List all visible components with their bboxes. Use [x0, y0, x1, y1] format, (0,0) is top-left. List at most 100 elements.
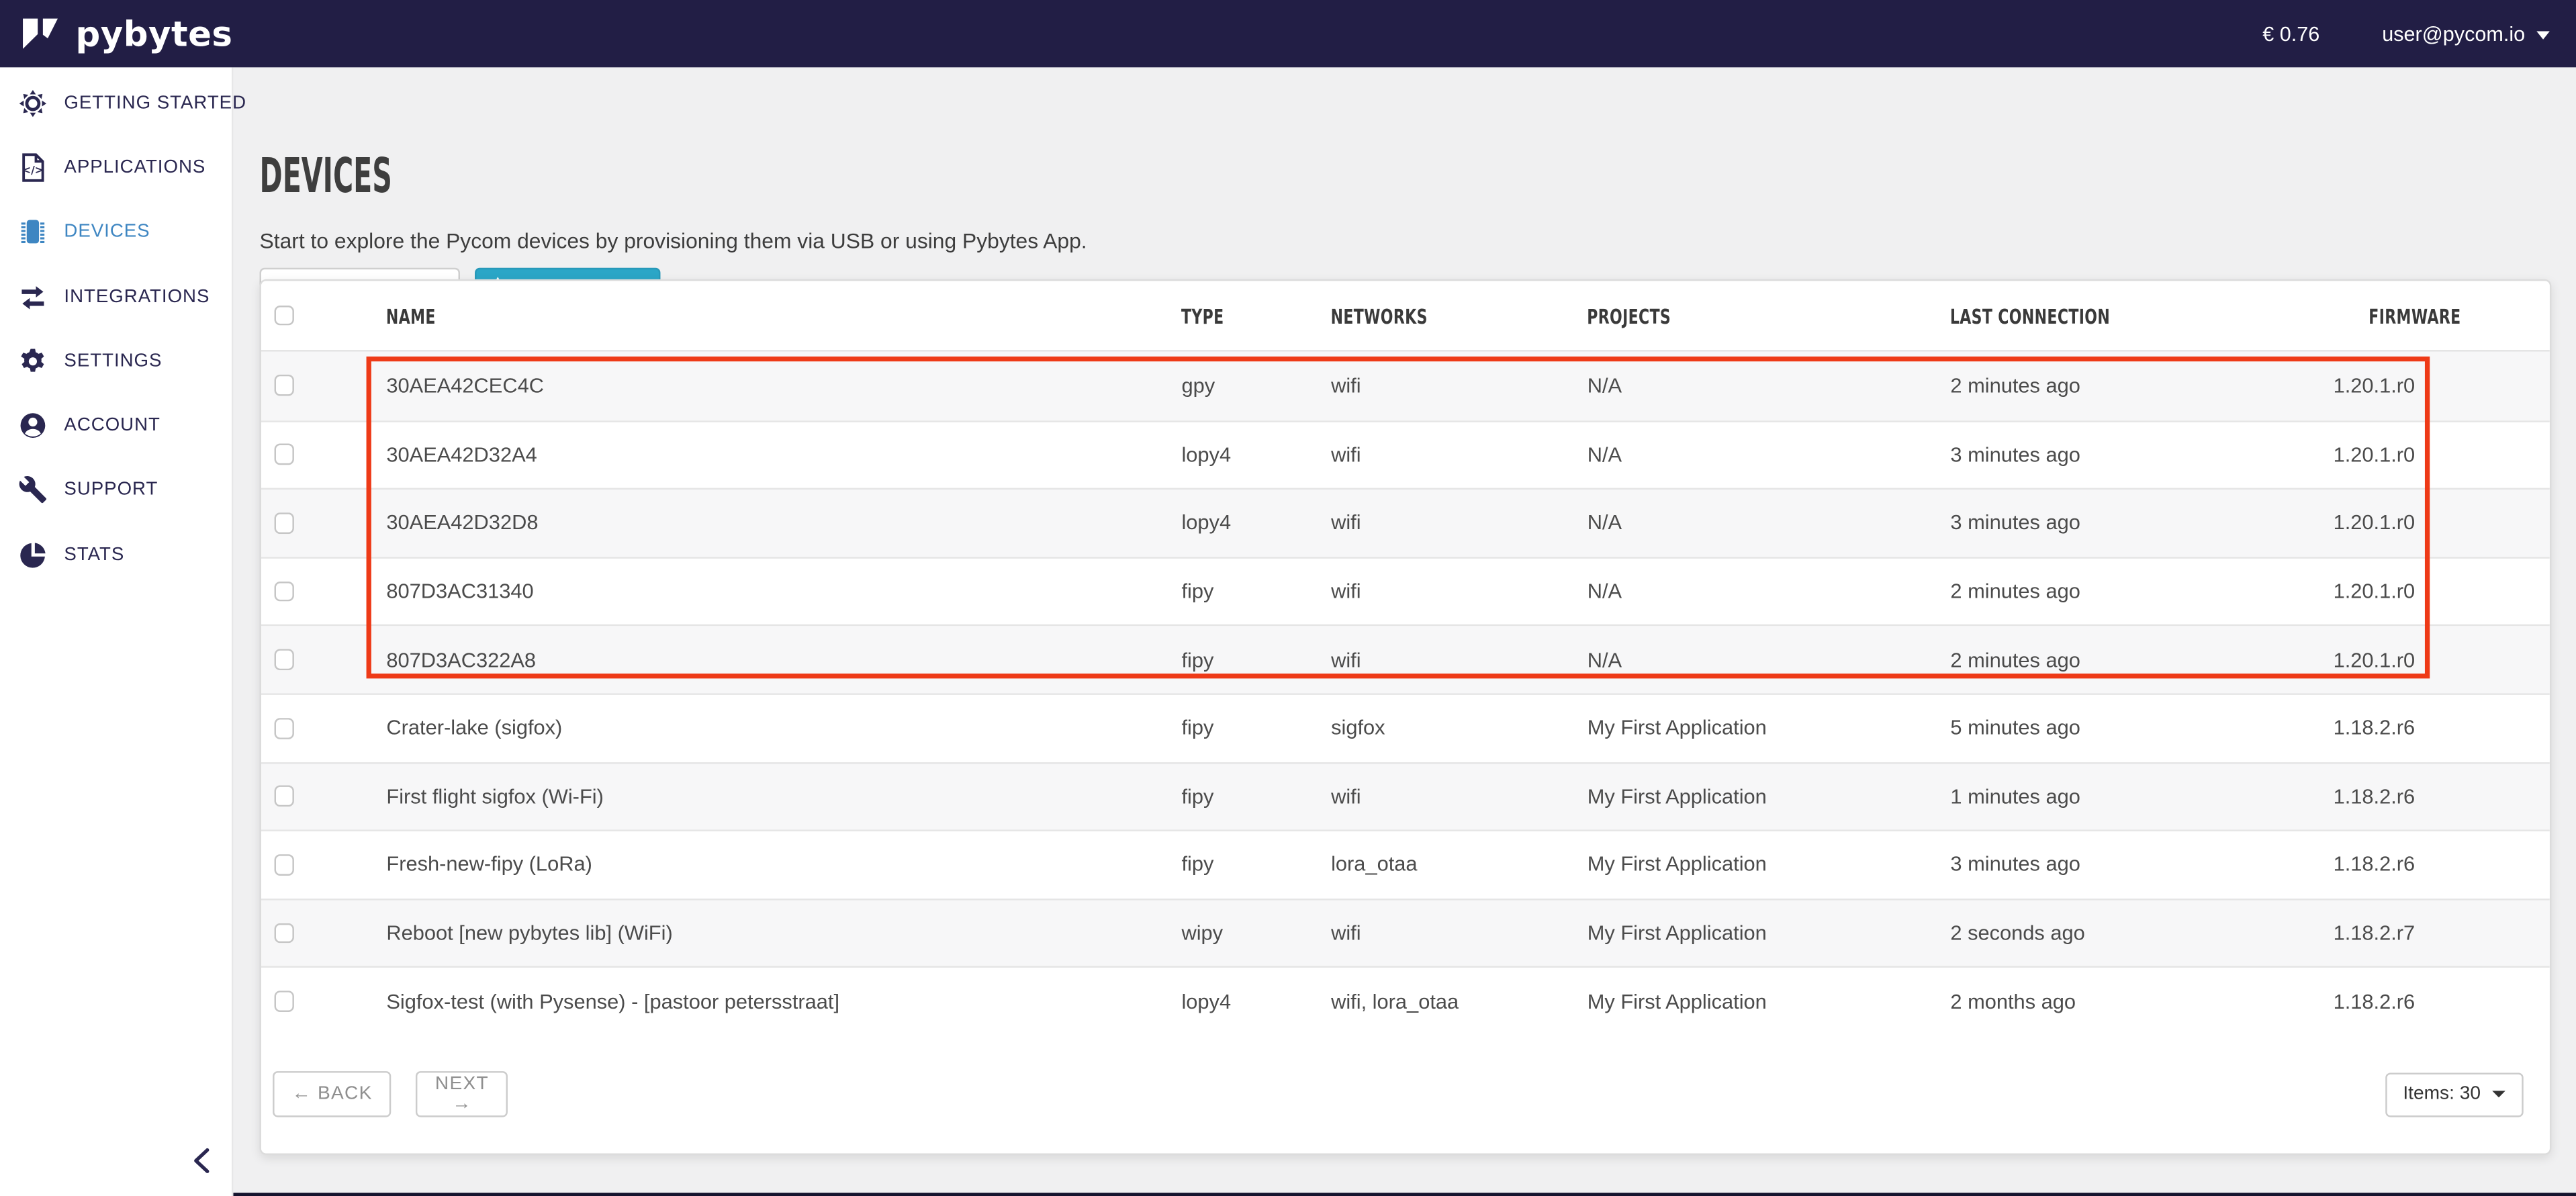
- pybytes-logo[interactable]: pybytes: [0, 14, 232, 54]
- sidebar-item-getting-started[interactable]: GETTING STARTED: [0, 71, 232, 135]
- device-type: fipy: [1181, 785, 1331, 808]
- device-firmware: 1.20.1.r0: [2333, 649, 2549, 672]
- chevron-down-icon: [2536, 30, 2550, 38]
- pybytes-app: pybytes € 0.76 user@pycom.io: [0, 0, 2576, 1196]
- table-row[interactable]: First flight sigfox (Wi-Fi) fipy wifi My…: [261, 762, 2549, 830]
- column-header-last-connection[interactable]: LAST CONNECTION: [1950, 303, 2333, 328]
- device-type: lopy4: [1181, 512, 1331, 535]
- sidebar-item-label: APPLICATIONS: [64, 158, 205, 177]
- device-type: fipy: [1181, 717, 1331, 739]
- device-name: 30AEA42D32A4: [386, 443, 1181, 466]
- table-header-row: NAME TYPE NETWORKS PROJECTS LAST CONNECT…: [261, 281, 2549, 351]
- device-networks: wifi: [1331, 443, 1588, 466]
- sidebar-item-account[interactable]: ACCOUNT: [0, 394, 232, 458]
- row-checkbox[interactable]: [274, 445, 294, 465]
- device-networks: wifi: [1331, 374, 1588, 397]
- device-last-connection: 5 minutes ago: [1950, 717, 2333, 739]
- column-header-firmware[interactable]: FIRMWARE: [2333, 303, 2551, 328]
- wrench-icon: [18, 475, 48, 505]
- table-row[interactable]: Crater-lake (sigfox) fipy sigfox My Firs…: [261, 693, 2549, 762]
- column-header-type[interactable]: TYPE: [1181, 303, 1331, 328]
- sidebar-item-applications[interactable]: </> APPLICATIONS: [0, 135, 232, 199]
- pie-chart-icon: [18, 540, 48, 569]
- column-header-networks[interactable]: NETWORKS: [1331, 303, 1588, 328]
- device-firmware: 1.20.1.r0: [2333, 580, 2549, 603]
- device-projects: My First Application: [1588, 990, 1951, 1013]
- row-checkbox[interactable]: [274, 375, 294, 396]
- column-header-name[interactable]: NAME: [386, 303, 1181, 328]
- device-networks: wifi: [1331, 922, 1588, 945]
- row-checkbox[interactable]: [274, 991, 294, 1012]
- svg-text:</>: </>: [22, 165, 44, 177]
- device-networks: sigfox: [1331, 717, 1588, 739]
- page-title: DEVICES: [260, 150, 488, 202]
- account-balance: € 0.76: [2262, 22, 2319, 45]
- back-button[interactable]: ← BACK: [273, 1072, 392, 1118]
- sidebar-item-settings[interactable]: SETTINGS: [0, 329, 232, 394]
- row-checkbox[interactable]: [274, 854, 294, 875]
- device-type: fipy: [1181, 580, 1331, 603]
- device-firmware: 1.18.2.r6: [2333, 785, 2549, 808]
- device-last-connection: 2 seconds ago: [1950, 922, 2333, 945]
- chevron-left-icon: [190, 1146, 212, 1174]
- swap-arrows-icon: [18, 282, 48, 312]
- device-projects: N/A: [1588, 443, 1951, 466]
- device-last-connection: 3 minutes ago: [1950, 443, 2333, 466]
- sidebar-item-label: DEVICES: [64, 222, 150, 242]
- table-row[interactable]: 807D3AC322A8 fipy wifi N/A 2 minutes ago…: [261, 625, 2549, 694]
- row-checkbox[interactable]: [274, 581, 294, 602]
- sidebar-item-label: INTEGRATIONS: [64, 287, 210, 306]
- sidebar-item-devices[interactable]: DEVICES: [0, 199, 232, 264]
- row-checkbox[interactable]: [274, 923, 294, 944]
- row-checkbox[interactable]: [274, 718, 294, 739]
- sidebar: GETTING STARTED </> APPLICATIONS: [0, 67, 233, 1196]
- sidebar-item-integrations[interactable]: INTEGRATIONS: [0, 265, 232, 329]
- items-per-page-dropdown[interactable]: Items: 30: [2385, 1072, 2523, 1117]
- table-row[interactable]: 807D3AC31340 fipy wifi N/A 2 minutes ago…: [261, 557, 2549, 625]
- device-firmware: 1.18.2.r6: [2333, 717, 2549, 739]
- device-name: Reboot [new pybytes lib] (WiFi): [386, 922, 1181, 945]
- device-name: First flight sigfox (Wi-Fi): [386, 785, 1181, 808]
- gear-icon: [18, 347, 48, 376]
- code-document-icon: </>: [18, 152, 48, 182]
- sidebar-item-label: GETTING STARTED: [64, 93, 246, 113]
- main-content: DEVICES Start to explore the Pycom devic…: [233, 67, 2576, 1196]
- sidebar-item-label: ACCOUNT: [64, 416, 160, 435]
- table-row[interactable]: Reboot [new pybytes lib] (WiFi) wipy wif…: [261, 899, 2549, 967]
- column-header-projects[interactable]: PROJECTS: [1588, 303, 1951, 328]
- user-email: user@pycom.io: [2382, 22, 2525, 45]
- logo-text: pybytes: [76, 14, 233, 54]
- device-name: Fresh-new-fipy (LoRa): [386, 854, 1181, 876]
- select-all-checkbox[interactable]: [274, 305, 294, 326]
- device-projects: N/A: [1588, 580, 1951, 603]
- device-last-connection: 1 minutes ago: [1950, 785, 2333, 808]
- row-checkbox[interactable]: [274, 512, 294, 533]
- user-menu[interactable]: user@pycom.io: [2382, 22, 2550, 45]
- device-name: Sigfox-test (with Pysense) - [pastoor pe…: [386, 990, 1181, 1013]
- sidebar-collapse-button[interactable]: [184, 1144, 217, 1177]
- device-networks: wifi: [1331, 512, 1588, 535]
- chip-icon: [18, 218, 48, 247]
- device-networks: wifi: [1331, 785, 1588, 808]
- device-firmware: 1.18.2.r6: [2333, 990, 2549, 1013]
- sidebar-item-label: SETTINGS: [64, 351, 162, 371]
- device-last-connection: 2 minutes ago: [1950, 649, 2333, 672]
- table-row[interactable]: Sigfox-test (with Pysense) - [pastoor pe…: [261, 966, 2549, 1035]
- sidebar-item-support[interactable]: SUPPORT: [0, 458, 232, 522]
- items-per-page-label: Items: 30: [2403, 1085, 2481, 1105]
- table-row[interactable]: 30AEA42D32A4 lopy4 wifi N/A 3 minutes ag…: [261, 420, 2549, 488]
- next-button[interactable]: NEXT →: [416, 1072, 508, 1118]
- user-icon: [18, 411, 48, 441]
- table-row[interactable]: Fresh-new-fipy (LoRa) fipy lora_otaa My …: [261, 830, 2549, 899]
- device-projects: N/A: [1588, 512, 1951, 535]
- table-body: 30AEA42CEC4C gpy wifi N/A 2 minutes ago …: [261, 352, 2549, 1036]
- device-last-connection: 3 minutes ago: [1950, 512, 2333, 535]
- device-type: lopy4: [1181, 443, 1331, 466]
- device-type: gpy: [1181, 374, 1331, 397]
- table-row[interactable]: 30AEA42D32D8 lopy4 wifi N/A 3 minutes ag…: [261, 488, 2549, 557]
- device-name: Crater-lake (sigfox): [386, 717, 1181, 739]
- row-checkbox[interactable]: [274, 786, 294, 807]
- row-checkbox[interactable]: [274, 649, 294, 670]
- table-row[interactable]: 30AEA42CEC4C gpy wifi N/A 2 minutes ago …: [261, 352, 2549, 420]
- sidebar-item-stats[interactable]: STATS: [0, 522, 232, 587]
